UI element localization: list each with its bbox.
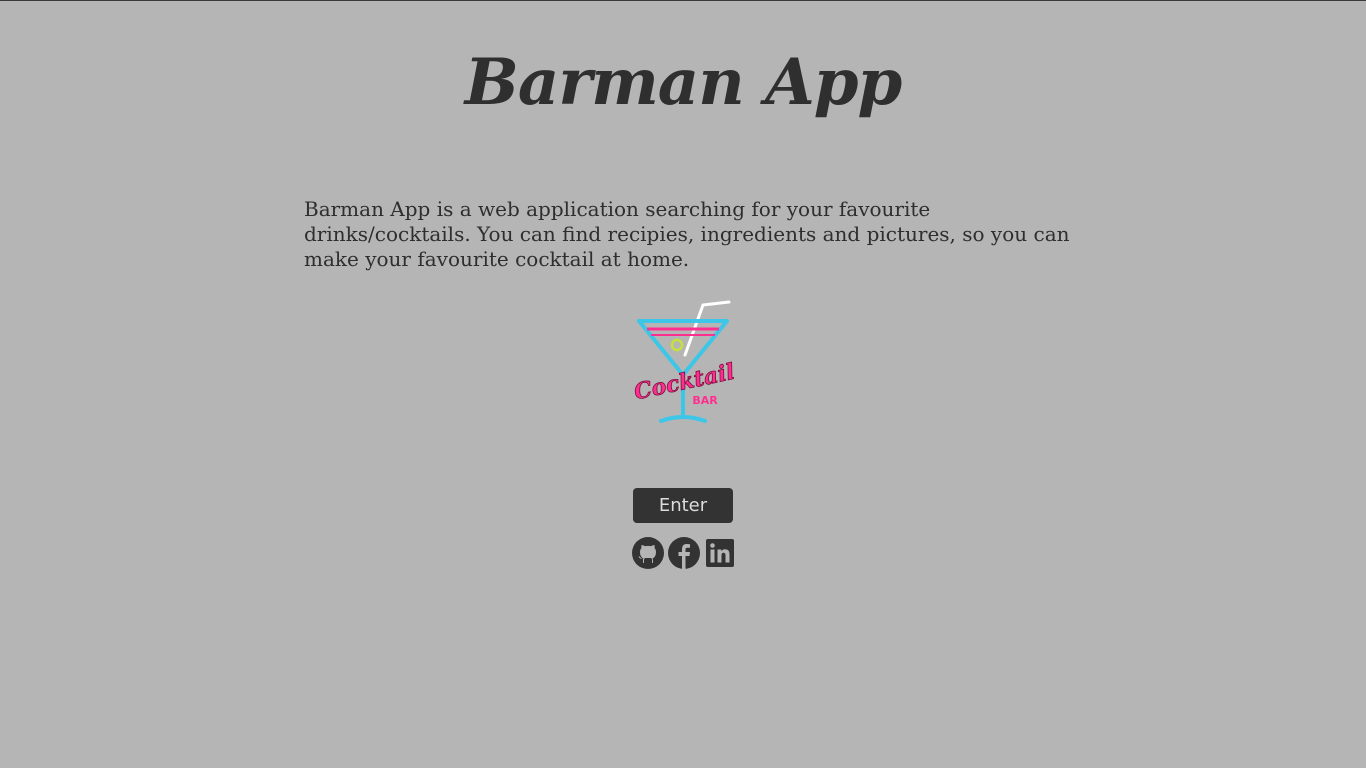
github-link[interactable] (632, 537, 664, 569)
cocktail-bar-logo: Cocktail BAR (631, 297, 737, 433)
linkedin-link[interactable] (704, 537, 736, 569)
page-title: Barman App (464, 45, 902, 120)
github-icon (632, 537, 664, 569)
facebook-link[interactable] (668, 537, 700, 569)
logo-sub-text: BAR (692, 394, 718, 407)
app-description: Barman App is a web application searchin… (304, 197, 1070, 271)
enter-button[interactable]: Enter (633, 488, 733, 523)
linkedin-icon (706, 539, 734, 567)
social-links (632, 537, 736, 569)
facebook-icon (668, 537, 700, 569)
cocktail-glass-icon: Cocktail BAR (631, 300, 737, 423)
